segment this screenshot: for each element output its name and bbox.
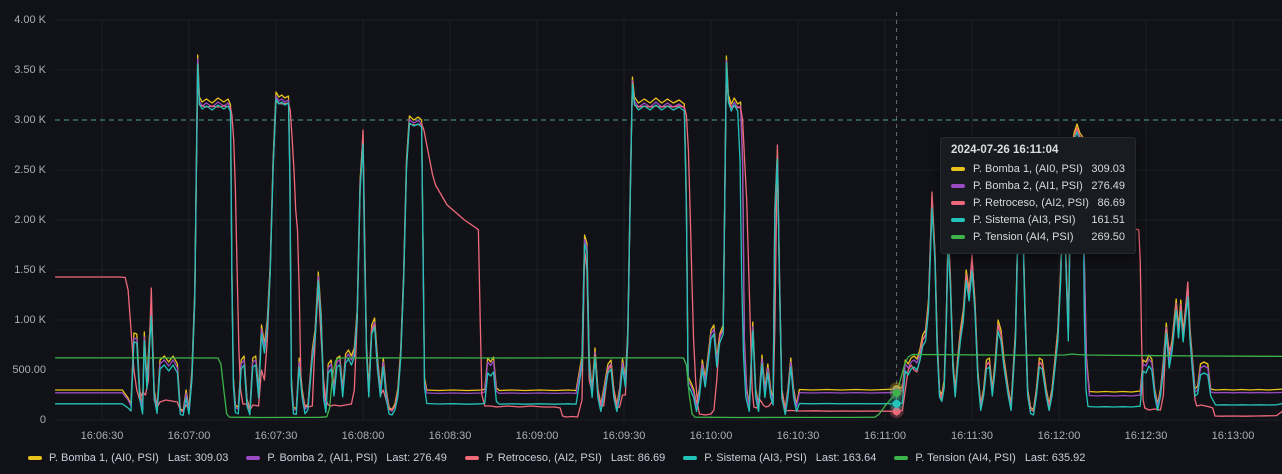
tooltip-series-name: P. Sistema (AI3, PSI): [973, 214, 1091, 226]
legend-series-name: P. Tension (AI4, PSI): [915, 452, 1015, 464]
y-axis-label: 1.50 K: [0, 263, 46, 278]
tooltip-series-value: 269.50: [1091, 231, 1125, 243]
legend-last-value: Last: 86.69: [611, 452, 665, 464]
x-axis-label: 16:11:30: [936, 430, 1008, 442]
tooltip-row: P. Sistema (AI3, PSI)161.51: [951, 212, 1125, 228]
legend-item[interactable]: P. Bomba 1, (AI0, PSI) Last: 309.03: [28, 452, 228, 464]
grafana-timeseries-panel: { "colors": { "yellow": "#EAC21C", "purp…: [0, 0, 1282, 474]
x-axis-label: 16:06:30: [66, 430, 138, 442]
y-axis-label: 500.00: [0, 363, 46, 378]
tooltip-rows: P. Bomba 1, (AI0, PSI)309.03P. Bomba 2, …: [951, 161, 1125, 245]
legend-last-value: Last: 276.49: [386, 452, 447, 464]
x-axis-label: 16:13:00: [1197, 430, 1269, 442]
y-axis-label: 3.00 K: [0, 113, 46, 128]
x-axis-label: 16:07:30: [240, 430, 312, 442]
tooltip-row: P. Retroceso, (AI2, PSI)86.69: [951, 195, 1125, 211]
legend-series-name: P. Retroceso, (AI2, PSI): [486, 452, 602, 464]
legend-swatch-icon: [894, 456, 908, 460]
series-color-swatch: [951, 184, 965, 188]
x-axis-label: 16:12:00: [1023, 430, 1095, 442]
x-axis-label: 16:12:30: [1110, 430, 1182, 442]
legend-last-value: Last: 309.03: [168, 452, 229, 464]
x-axis-label: 16:07:00: [153, 430, 225, 442]
y-axis-label: 2.00 K: [0, 213, 46, 228]
hover-point-dot: [893, 400, 901, 408]
legend-swatch-icon: [28, 456, 42, 460]
legend-swatch-icon: [683, 456, 697, 460]
tooltip-row: P. Bomba 1, (AI0, PSI)309.03: [951, 161, 1125, 177]
legend-item[interactable]: P. Sistema (AI3, PSI) Last: 163.64: [683, 452, 876, 464]
tooltip-series-name: P. Bomba 2, (AI1, PSI): [973, 180, 1091, 192]
tooltip-series-name: P. Tension (AI4, PSI): [973, 231, 1091, 243]
series-color-swatch: [951, 167, 965, 171]
x-axis-label: 16:09:00: [501, 430, 573, 442]
x-axis-label: 16:10:30: [762, 430, 834, 442]
tooltip-series-value: 161.51: [1091, 214, 1125, 226]
series-color-swatch: [951, 218, 965, 222]
tooltip-series-value: 276.49: [1091, 180, 1125, 192]
x-axis-label: 16:10:00: [675, 430, 747, 442]
legend-item[interactable]: P. Retroceso, (AI2, PSI) Last: 86.69: [465, 452, 665, 464]
legend-series-name: P. Bomba 2, (AI1, PSI): [267, 452, 377, 464]
tooltip-timestamp: 2024-07-26 16:11:04: [951, 144, 1125, 156]
legend-last-value: Last: 163.64: [816, 452, 877, 464]
tooltip-row: P. Bomba 2, (AI1, PSI)276.49: [951, 178, 1125, 194]
y-axis-label: 4.00 K: [0, 13, 46, 28]
tooltip-row: P. Tension (AI4, PSI)269.50: [951, 229, 1125, 245]
x-axis-label: 16:11:00: [849, 430, 921, 442]
legend-swatch-icon: [246, 456, 260, 460]
tooltip-series-name: P. Retroceso, (AI2, PSI): [973, 197, 1097, 209]
legend-last-value: Last: 635.92: [1025, 452, 1086, 464]
y-axis-label: 0: [0, 413, 46, 428]
y-axis-label: 3.50 K: [0, 63, 46, 78]
y-axis-label: 1.00 K: [0, 313, 46, 328]
tooltip-series-value: 309.03: [1091, 163, 1125, 175]
legend-item[interactable]: P. Tension (AI4, PSI) Last: 635.92: [894, 452, 1085, 464]
legend-series-name: P. Sistema (AI3, PSI): [704, 452, 807, 464]
series-color-swatch: [951, 201, 965, 205]
y-axis-label: 2.50 K: [0, 163, 46, 178]
legend-series-name: P. Bomba 1, (AI0, PSI): [49, 452, 159, 464]
tooltip: 2024-07-26 16:11:04 P. Bomba 1, (AI0, PS…: [940, 137, 1136, 254]
tooltip-series-name: P. Bomba 1, (AI0, PSI): [973, 163, 1091, 175]
x-axis-label: 16:08:30: [414, 430, 486, 442]
series-color-swatch: [951, 235, 965, 239]
legend: P. Bomba 1, (AI0, PSI)Last: 309.03P. Bom…: [28, 449, 1085, 467]
legend-item[interactable]: P. Bomba 2, (AI1, PSI) Last: 276.49: [246, 452, 446, 464]
hover-point-dot: [893, 389, 901, 397]
legend-swatch-icon: [465, 456, 479, 460]
x-axis-label: 16:09:30: [588, 430, 660, 442]
tooltip-series-value: 86.69: [1097, 197, 1125, 209]
x-axis-label: 16:08:00: [327, 430, 399, 442]
